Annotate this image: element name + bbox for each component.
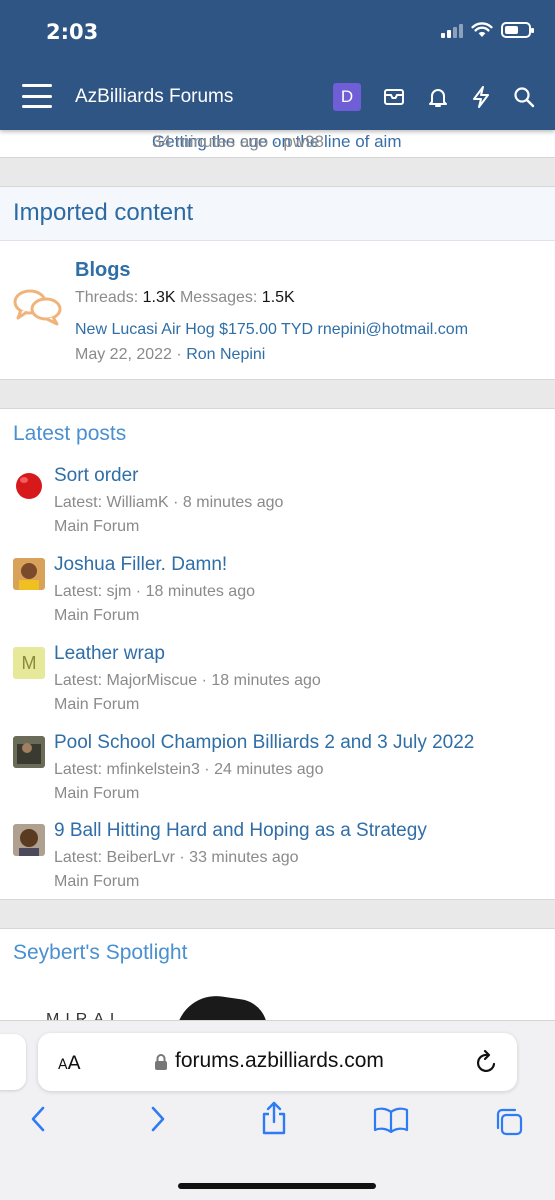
lock-icon <box>155 1054 167 1070</box>
list-item[interactable]: Sort order Latest: WilliamK · 8 minutes … <box>0 461 555 549</box>
nav-icons: D <box>333 83 535 111</box>
post-title[interactable]: 9 Ball Hitting Hard and Hoping as a Stra… <box>54 820 427 842</box>
post-meta[interactable]: Latest: BeiberLvr · 33 minutes ago <box>54 849 299 867</box>
messages-value: 1.5K <box>261 289 295 306</box>
forum-last-post-link[interactable]: New Lucasi Air Hog $175.00 TYD rnepini@h… <box>75 321 468 339</box>
bolt-icon[interactable] <box>471 86 491 108</box>
post-forum[interactable]: Main Forum <box>54 873 139 891</box>
avatar[interactable] <box>13 824 45 856</box>
post-meta[interactable]: Latest: WilliamK · 8 minutes ago <box>54 494 283 512</box>
tabs-icon[interactable] <box>494 1107 524 1137</box>
avatar[interactable] <box>13 469 45 501</box>
share-icon[interactable] <box>260 1101 288 1135</box>
post-title[interactable]: Joshua Filler. Damn! <box>54 554 227 576</box>
forum-last-post-meta: May 22, 2022 · Ron Nepini <box>75 346 265 364</box>
post-title[interactable]: Sort order <box>54 465 138 487</box>
home-indicator <box>178 1183 376 1189</box>
post-title[interactable]: Leather wrap <box>54 643 165 665</box>
avatar[interactable]: M <box>13 647 45 679</box>
reader-options-button[interactable]: AA <box>58 1052 81 1074</box>
threads-value: 1.3K <box>142 289 176 306</box>
status-time: 2:03 <box>46 20 99 44</box>
last-post-date: May 22, 2022 <box>75 346 172 363</box>
red-ball-icon <box>16 473 42 499</box>
post-forum[interactable]: Main Forum <box>54 518 139 536</box>
forum-stats: Threads: 1.3K Messages: 1.5K <box>75 289 295 307</box>
menu-icon[interactable] <box>22 84 52 108</box>
previous-tab[interactable] <box>0 1034 26 1090</box>
address-bar[interactable]: AA forums.azbilliards.com <box>38 1033 517 1091</box>
list-item[interactable]: 9 Ball Hitting Hard and Hoping as a Stra… <box>0 816 555 904</box>
post-meta[interactable]: Latest: sjm · 18 minutes ago <box>54 583 255 601</box>
post-forum[interactable]: Main Forum <box>54 785 139 803</box>
url-text[interactable]: forums.azbilliards.com <box>175 1049 384 1073</box>
forum-title[interactable]: Blogs <box>75 259 131 282</box>
avatar-letter: M <box>21 652 37 673</box>
back-icon[interactable] <box>28 1105 48 1133</box>
site-title[interactable]: AzBilliards Forums <box>75 86 233 108</box>
reload-icon[interactable] <box>475 1049 499 1075</box>
post-forum[interactable]: Main Forum <box>54 696 139 714</box>
bell-icon[interactable] <box>427 86 449 108</box>
aa-big: A <box>67 1052 81 1074</box>
chat-bubbles-icon <box>13 289 62 326</box>
wifi-icon <box>471 22 493 37</box>
aa-small: A <box>58 1057 68 1073</box>
avatar[interactable] <box>13 736 45 768</box>
post-forum[interactable]: Main Forum <box>54 607 139 625</box>
post-title[interactable]: Pool School Champion Billiards 2 and 3 J… <box>54 732 474 754</box>
nav-row: AzBilliards Forums D <box>0 78 555 118</box>
post-meta[interactable]: Latest: mfinkelstein3 · 24 minutes ago <box>54 761 323 779</box>
list-item[interactable]: Joshua Filler. Damn! Latest: sjm · 18 mi… <box>0 550 555 638</box>
last-post-user[interactable]: Ron Nepini <box>186 346 265 363</box>
forward-icon[interactable] <box>148 1105 168 1133</box>
latest-posts-title[interactable]: Latest posts <box>13 422 126 446</box>
post-meta[interactable]: Latest: MajorMiscue · 18 minutes ago <box>54 672 321 690</box>
meta-separator: · <box>176 346 182 363</box>
latest-posts-block: Latest posts Sort order Latest: WilliamK… <box>0 408 555 900</box>
status-icons <box>441 22 534 38</box>
forum-row-blogs[interactable]: Blogs Threads: 1.3K Messages: 1.5K New L… <box>0 241 555 379</box>
user-photo-icon <box>13 558 45 590</box>
bottom-toolbar <box>0 1101 555 1149</box>
messages-label: Messages: <box>179 289 258 306</box>
section-title[interactable]: Imported content <box>0 187 555 241</box>
spotlight-title[interactable]: Seybert's Spotlight <box>13 941 187 965</box>
top-header: 2:03 AzBilliards Forums D <box>0 0 555 130</box>
imported-content-block: Imported content Blogs Threads: 1.3K Mes… <box>0 186 555 380</box>
peek-post-meta: 34 minutes ago · pw98 <box>152 132 324 151</box>
list-item[interactable]: M Leather wrap Latest: MajorMiscue · 18 … <box>0 639 555 727</box>
search-icon[interactable] <box>513 86 535 108</box>
battery-icon <box>501 22 534 38</box>
inbox-icon[interactable] <box>383 87 405 107</box>
cellular-signal-icon <box>441 22 463 38</box>
list-item[interactable]: Pool School Champion Billiards 2 and 3 J… <box>0 728 555 816</box>
avatar[interactable] <box>13 558 45 590</box>
browser-toolbar: AA forums.azbilliards.com <box>0 1020 555 1200</box>
threads-label: Threads: <box>75 289 139 306</box>
user-photo-icon <box>13 736 45 768</box>
bookmarks-icon[interactable] <box>373 1107 409 1133</box>
user-photo-icon <box>13 824 45 856</box>
user-avatar[interactable]: D <box>333 83 361 111</box>
